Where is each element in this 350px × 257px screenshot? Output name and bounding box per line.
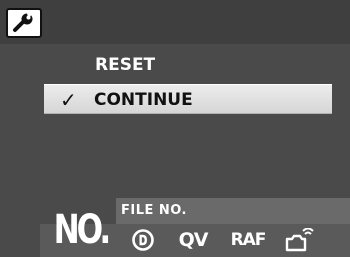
qv-label: QV	[178, 229, 209, 251]
section-label: FILE NO.	[121, 203, 187, 218]
file-no-tab[interactable]: NO.	[48, 203, 114, 257]
raf-label: RAF	[230, 230, 267, 250]
wrench-icon	[13, 13, 33, 32]
menu-item-label: CONTINUE	[94, 90, 193, 110]
check-icon: ✓	[60, 88, 77, 112]
menu-item-label: RESET	[95, 55, 156, 75]
camera-setup-screen: RESET ✓ CONTINUE FILE NO. NO. QV RAF	[0, 0, 350, 257]
setup-tab[interactable]	[6, 8, 42, 38]
raf-mode-button[interactable]: RAF	[228, 226, 268, 254]
menu-item-reset[interactable]: RESET	[0, 50, 350, 80]
wireless-mode-button[interactable]	[282, 226, 318, 254]
camera-wireless-icon	[285, 228, 314, 252]
d-mode-button[interactable]	[128, 226, 158, 254]
top-bar	[0, 0, 350, 44]
file-no-tab-label: NO.	[53, 207, 112, 253]
qv-mode-button[interactable]: QV	[176, 226, 210, 254]
menu-item-continue[interactable]: ✓ CONTINUE	[44, 84, 332, 114]
d-circle-icon	[132, 229, 154, 251]
